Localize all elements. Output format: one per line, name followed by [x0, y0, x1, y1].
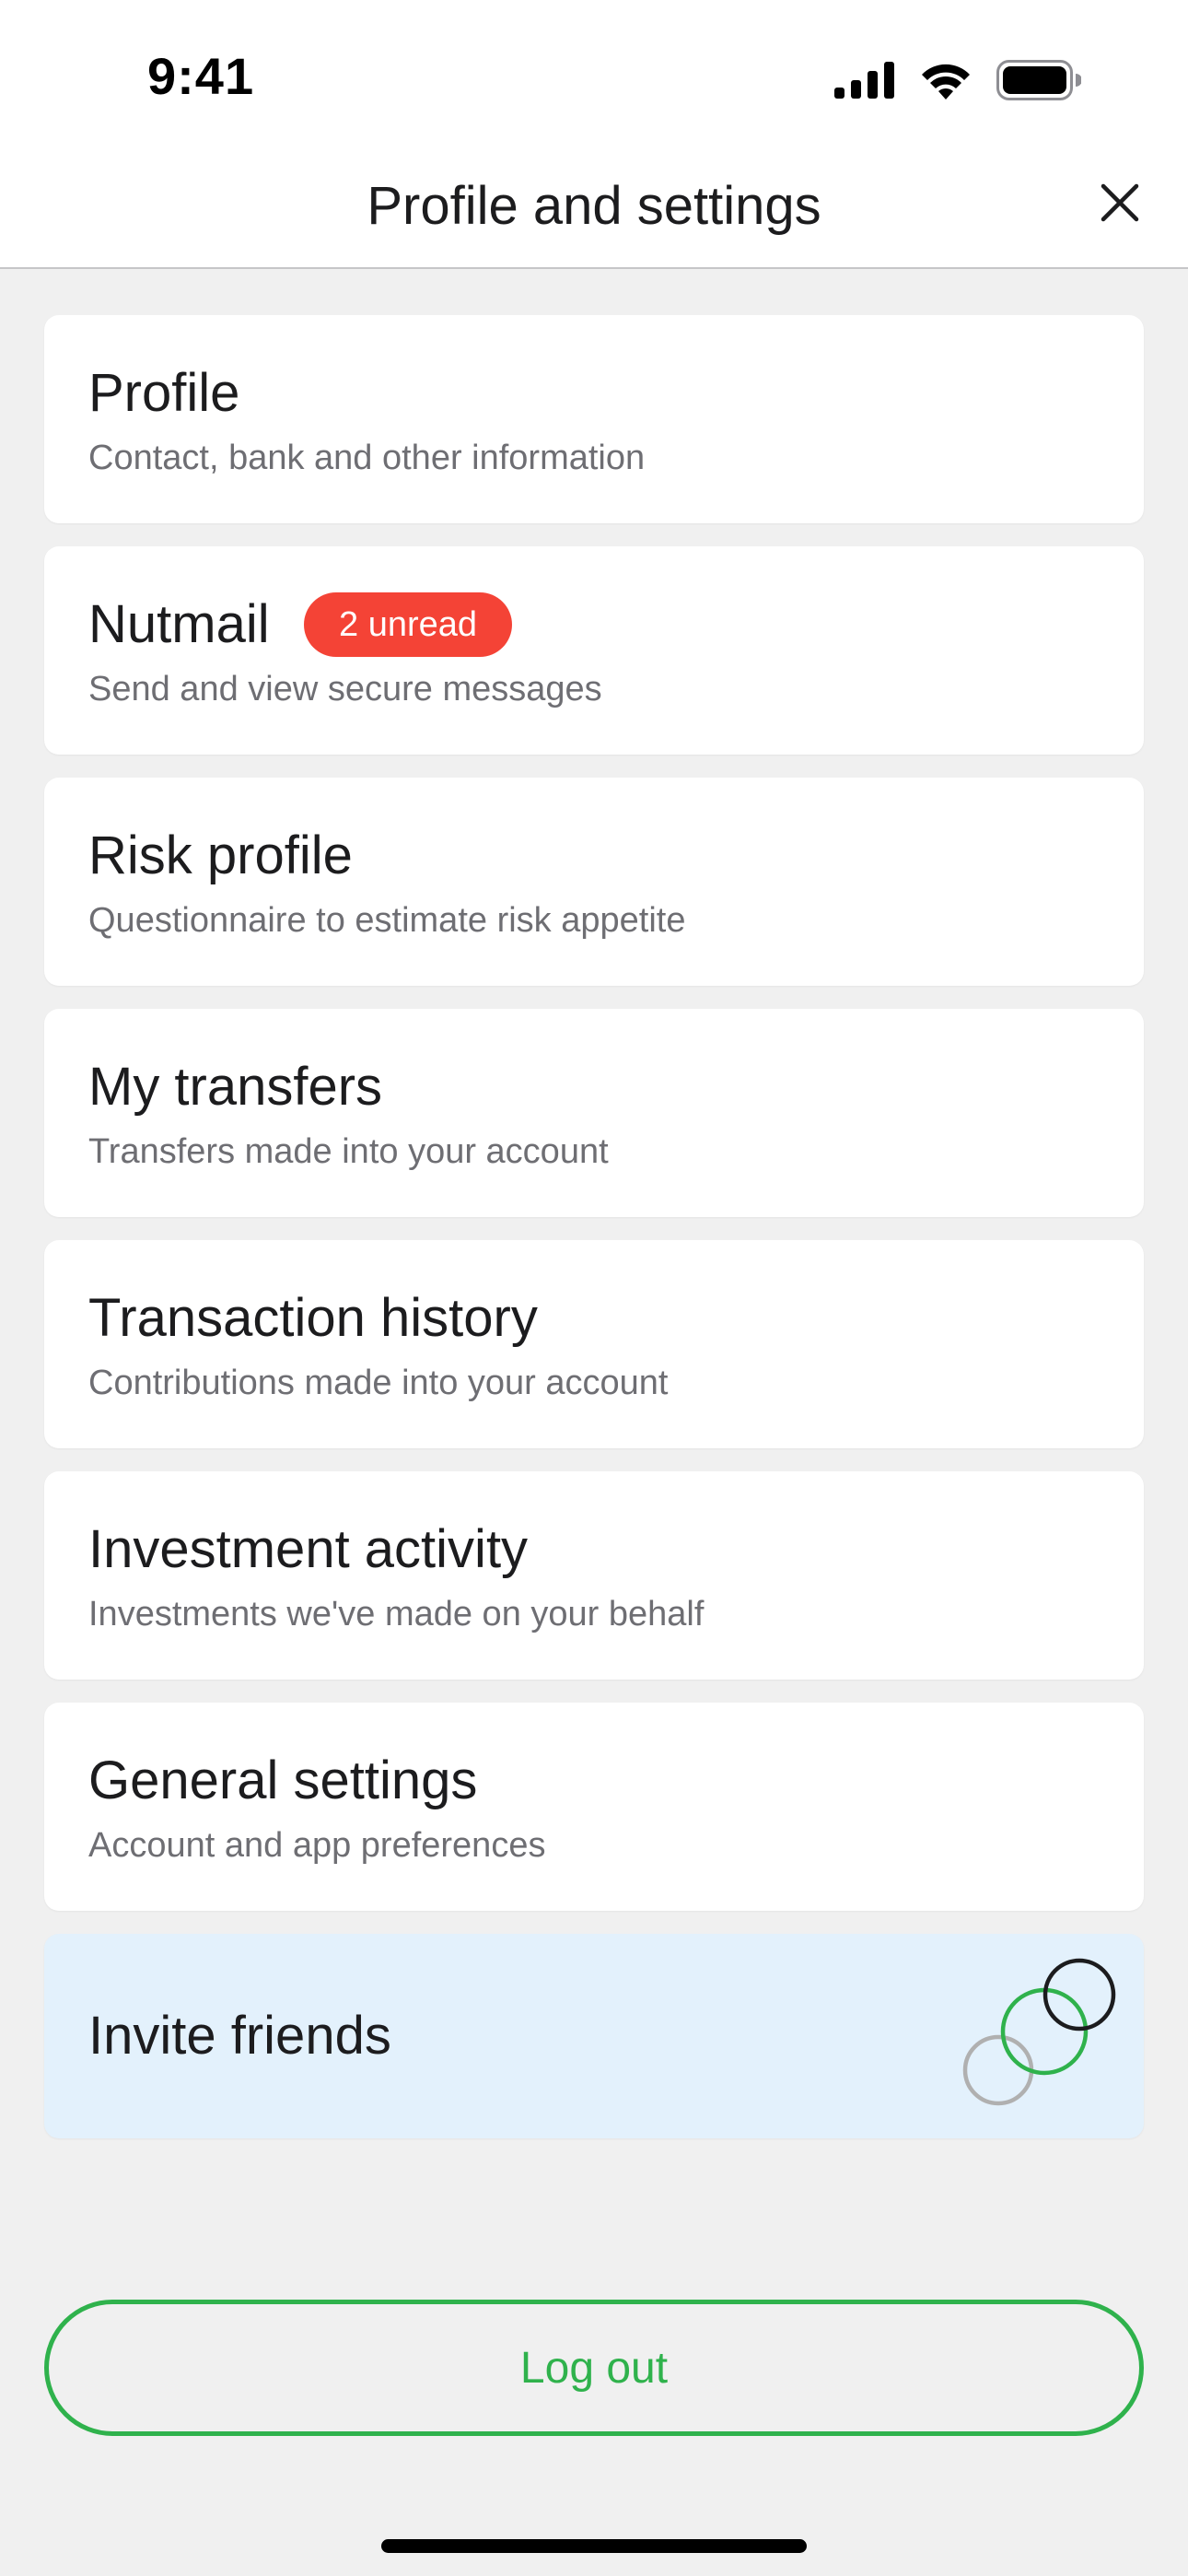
overlapping-circles-icon — [962, 1958, 1116, 2106]
menu-item-my-transfers[interactable]: My transfers Transfers made into your ac… — [44, 1009, 1144, 1217]
battery-icon — [996, 60, 1081, 100]
menu-item-title: Nutmail — [88, 594, 270, 654]
unread-badge: 2 unread — [304, 592, 513, 657]
menu-item-title: Profile — [88, 363, 240, 423]
menu-item-subtitle: Transfers made into your account — [88, 1132, 609, 1171]
screen: 9:41 Profile and settings Profile Contac… — [0, 0, 1188, 2576]
page-title: Profile and settings — [367, 176, 821, 236]
menu-item-subtitle: Account and app preferences — [88, 1826, 546, 1865]
menu-item-nutmail[interactable]: Nutmail 2 unread Send and view secure me… — [44, 546, 1144, 755]
menu-item-title: General settings — [88, 1751, 478, 1810]
menu-item-investment-activity[interactable]: Investment activity Investments we've ma… — [44, 1471, 1144, 1680]
status-time: 9:41 — [147, 47, 255, 105]
invite-friends-card[interactable]: Invite friends — [44, 1934, 1144, 2138]
menu-item-general-settings[interactable]: General settings Account and app prefere… — [44, 1703, 1144, 1911]
menu-item-subtitle: Investments we've made on your behalf — [88, 1595, 705, 1633]
menu-item-subtitle: Send and view secure messages — [88, 670, 602, 708]
settings-list: Profile Contact, bank and other informat… — [44, 315, 1144, 2161]
menu-item-subtitle: Contact, bank and other information — [88, 439, 646, 477]
menu-item-profile[interactable]: Profile Contact, bank and other informat… — [44, 315, 1144, 523]
menu-item-subtitle: Contributions made into your account — [88, 1364, 669, 1402]
close-icon — [1101, 183, 1139, 222]
home-indicator[interactable] — [381, 2539, 807, 2553]
wifi-icon — [922, 64, 970, 100]
menu-item-title: Investment activity — [88, 1519, 529, 1579]
menu-item-title: Risk profile — [88, 825, 353, 885]
status-icons — [834, 57, 1081, 103]
invite-friends-title: Invite friends — [88, 2006, 391, 2066]
menu-item-title: My transfers — [88, 1057, 383, 1117]
menu-item-transaction-history[interactable]: Transaction history Contributions made i… — [44, 1240, 1144, 1448]
menu-item-risk-profile[interactable]: Risk profile Questionnaire to estimate r… — [44, 778, 1144, 986]
top-bar: 9:41 Profile and settings — [0, 0, 1188, 269]
menu-item-subtitle: Questionnaire to estimate risk appetite — [88, 901, 686, 940]
logout-button[interactable]: Log out — [44, 2300, 1144, 2436]
cellular-signal-icon — [834, 62, 894, 99]
menu-item-title: Transaction history — [88, 1288, 538, 1348]
close-button[interactable] — [1094, 177, 1146, 228]
